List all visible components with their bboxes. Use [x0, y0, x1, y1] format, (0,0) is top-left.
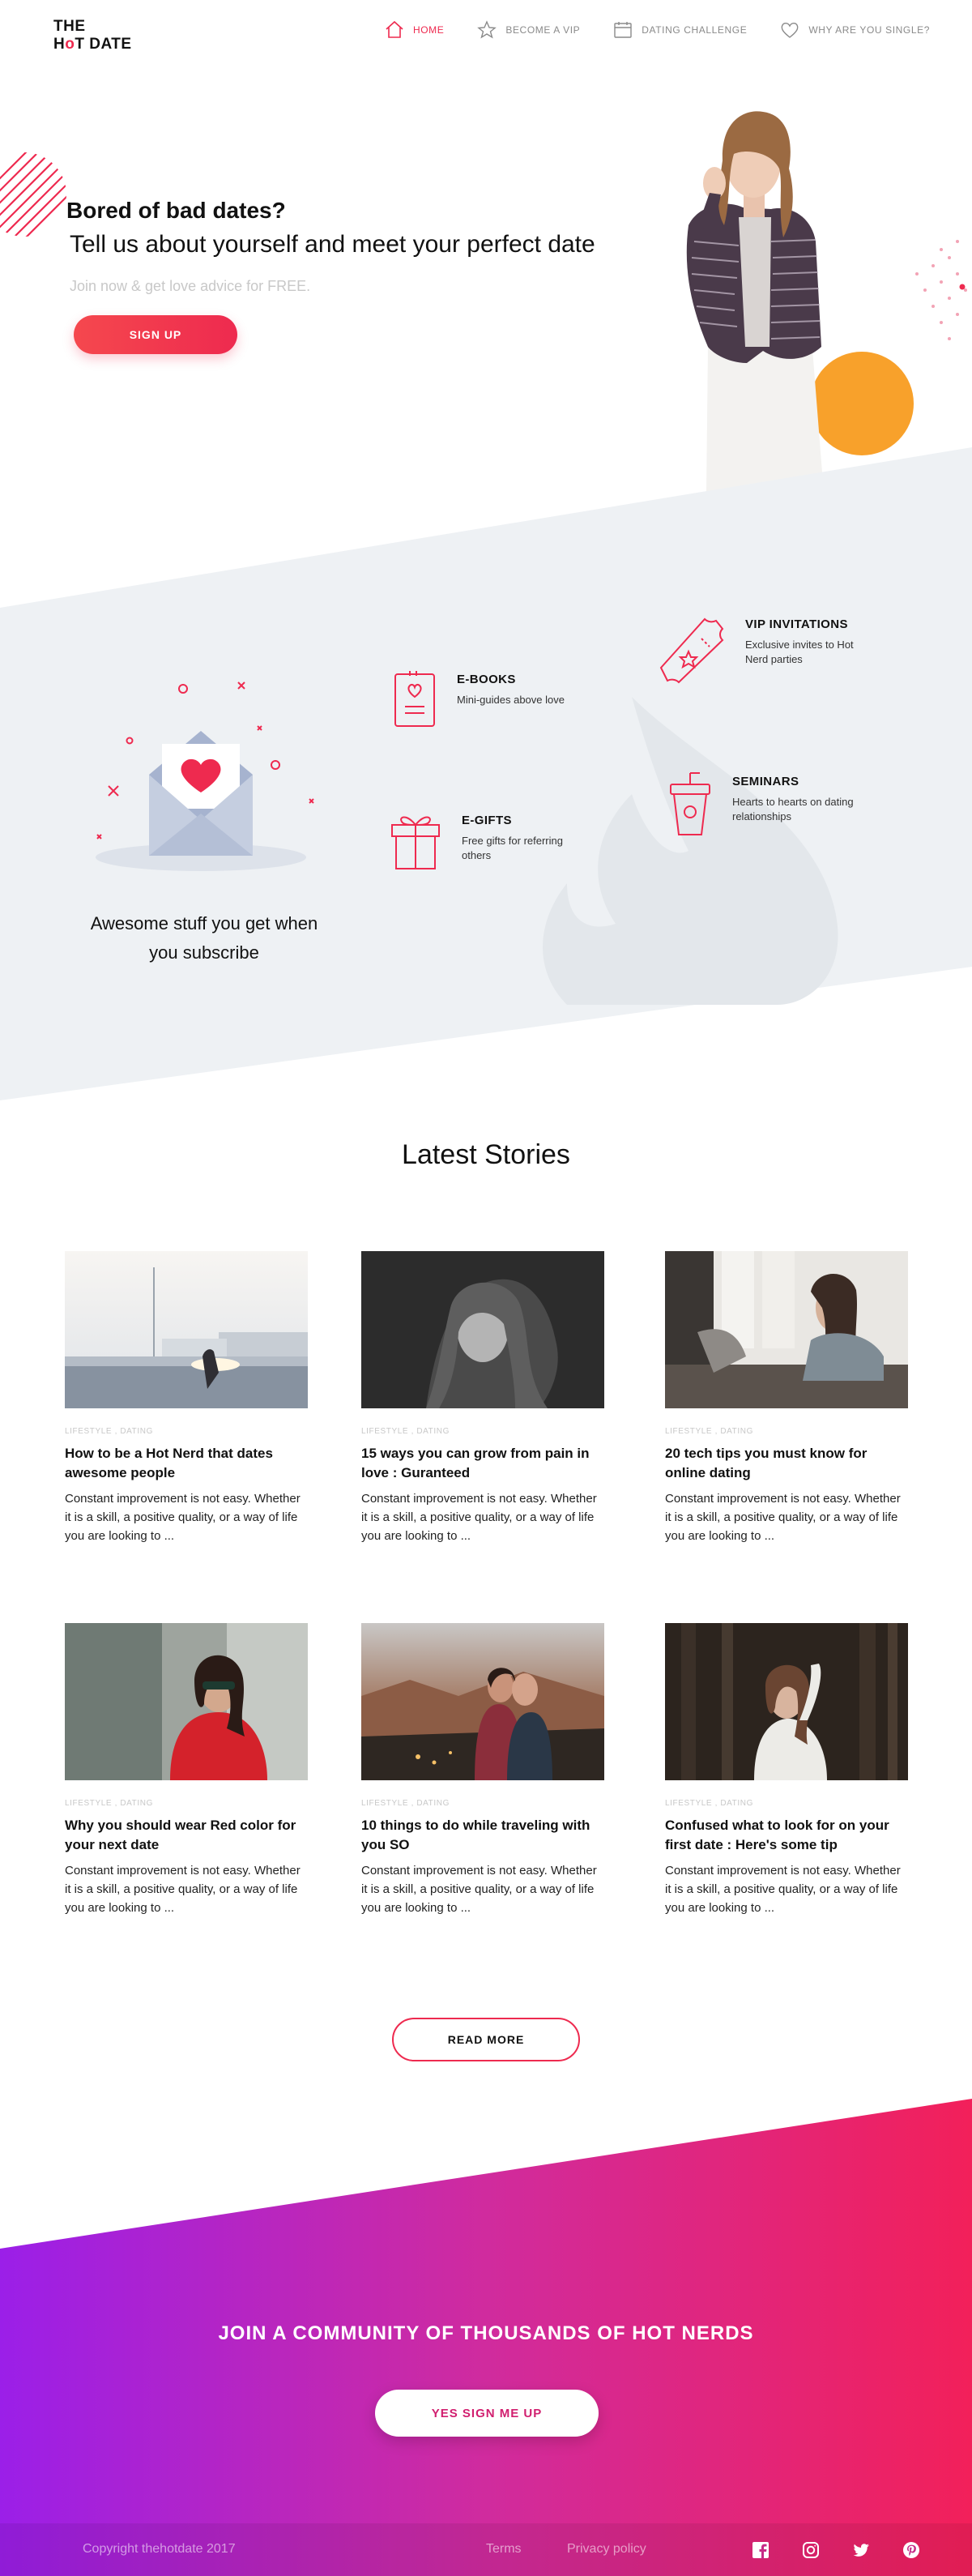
feature-egifts-desc: Free gifts for referring others: [462, 835, 563, 861]
pinterest-icon[interactable]: [902, 2541, 920, 2559]
story-image: [361, 1251, 604, 1408]
envelope-heart-icon: [96, 681, 314, 871]
story-title[interactable]: How to be a Hot Nerd that dates awesome …: [65, 1444, 308, 1483]
story-excerpt: Constant improvement is not easy. Whethe…: [665, 1864, 901, 1915]
feature-vip-invitations: VIP INVITATIONS Exclusive invites to Hot …: [658, 614, 867, 687]
feature-vip-desc: Exclusive invites to Hot Nerd parties: [745, 639, 854, 665]
feature-egifts-title: E-GIFTS: [462, 814, 512, 827]
story-image: [65, 1251, 308, 1408]
feature-seminars-desc: Hearts to hearts on dating relationships: [732, 796, 854, 822]
twitter-icon[interactable]: [852, 2541, 870, 2559]
story-excerpt: Constant improvement is not easy. Whethe…: [361, 1864, 597, 1915]
story-category: LIFESTYLE , DATING: [361, 1799, 450, 1808]
story-excerpt: Constant improvement is not easy. Whethe…: [361, 1492, 597, 1543]
story-card[interactable]: LIFESTYLE , DATING 20 tech tips you must…: [665, 1251, 908, 1545]
feature-ebooks: E-BOOKS Mini-guides above love: [392, 669, 578, 729]
story-category: LIFESTYLE , DATING: [665, 1427, 753, 1436]
yes-sign-me-up-button[interactable]: YES SIGN ME UP: [375, 2390, 599, 2437]
story-card[interactable]: LIFESTYLE , DATING Confused what to look…: [665, 1623, 908, 1917]
feature-ebooks-desc: Mini-guides above love: [457, 694, 565, 706]
feature-seminars-title: SEMINARS: [732, 775, 799, 788]
latest-stories-heading: Latest Stories: [402, 1139, 570, 1170]
story-image: [361, 1623, 604, 1780]
story-category: LIFESTYLE , DATING: [361, 1427, 450, 1436]
drink-icon: [670, 772, 710, 835]
feature-seminars: SEMINARS Hearts to hearts on dating relat…: [667, 771, 854, 836]
story-title[interactable]: 15 ways you can grow from pain in love :…: [361, 1444, 604, 1483]
community-heading: JOIN A COMMUNITY OF THOUSANDS OF HOT NER…: [218, 2322, 754, 2344]
story-excerpt: Constant improvement is not easy. Whethe…: [65, 1492, 301, 1543]
instagram-icon[interactable]: [802, 2541, 820, 2559]
ebook-icon: [394, 671, 435, 727]
story-title[interactable]: Why you should wear Red color for your n…: [65, 1816, 308, 1855]
feature-vip-title: VIP INVITATIONS: [745, 617, 848, 631]
story-image: [65, 1623, 308, 1780]
subscribe-caption: Awesome stuff you get when you subscribe: [90, 913, 318, 963]
story-title[interactable]: 10 things to do while traveling with you…: [361, 1816, 604, 1855]
story-category: LIFESTYLE , DATING: [65, 1799, 153, 1808]
story-title[interactable]: Confused what to look for on your first …: [665, 1816, 908, 1855]
story-category: LIFESTYLE , DATING: [665, 1799, 753, 1808]
story-title[interactable]: 20 tech tips you must know for online da…: [665, 1444, 908, 1483]
ticket-icon: [659, 617, 724, 684]
story-card[interactable]: LIFESTYLE , DATING 15 ways you can grow …: [361, 1251, 604, 1545]
facebook-icon[interactable]: [752, 2541, 770, 2559]
story-excerpt: Constant improvement is not easy. Whethe…: [665, 1492, 901, 1543]
copyright-text: Copyright thehotdate 2017: [83, 2542, 236, 2556]
feature-ebooks-title: E-BOOKS: [457, 673, 516, 686]
terms-link[interactable]: Terms: [486, 2542, 522, 2557]
story-card[interactable]: LIFESTYLE , DATING Why you should wear R…: [65, 1623, 308, 1917]
story-image: [665, 1251, 908, 1408]
feature-egifts: E-GIFTS Free gifts for referring others: [389, 810, 583, 870]
story-category: LIFESTYLE , DATING: [65, 1427, 153, 1436]
gift-icon: [391, 816, 440, 869]
privacy-policy-link[interactable]: Privacy policy: [567, 2542, 646, 2557]
story-card[interactable]: LIFESTYLE , DATING 10 things to do while…: [361, 1623, 604, 1917]
story-card[interactable]: LIFESTYLE , DATING How to be a Hot Nerd …: [65, 1251, 308, 1545]
read-more-button[interactable]: READ MORE: [392, 2018, 580, 2061]
story-image: [665, 1623, 908, 1780]
story-excerpt: Constant improvement is not easy. Whethe…: [65, 1864, 301, 1915]
